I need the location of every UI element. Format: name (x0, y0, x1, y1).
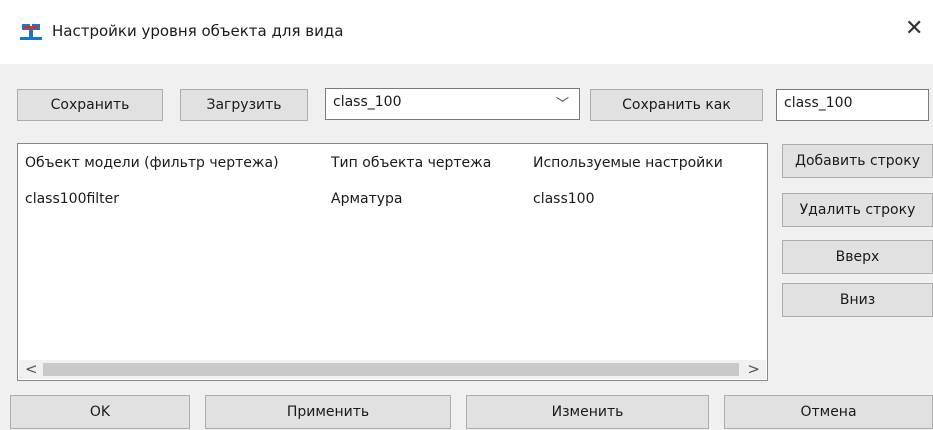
table-cell: Арматура (331, 191, 403, 207)
save-button[interactable]: Сохранить (17, 89, 163, 121)
add-row-button[interactable]: Добавить строку (782, 144, 933, 178)
move-up-button[interactable]: Вверх (782, 240, 933, 274)
table-cell: class100filter (25, 191, 120, 207)
move-down-button[interactable]: Вниз (782, 283, 933, 317)
modify-button[interactable]: Изменить (466, 395, 709, 429)
chevron-down-icon[interactable]: ﹀ (556, 93, 569, 112)
title-bar: Настройки уровня объекта для вида ✕ (0, 0, 933, 64)
table-cell: class100 (533, 191, 595, 207)
load-button[interactable]: Загрузить (180, 89, 308, 121)
preset-select-value: class_100 (333, 94, 402, 110)
preset-select[interactable]: class_100 ﹀ (325, 88, 580, 120)
delete-row-button[interactable]: Удалить строку (782, 193, 933, 227)
scroll-right-icon[interactable]: > (747, 360, 760, 378)
column-header-model-object[interactable]: Объект модели (фильтр чертежа) (25, 155, 279, 171)
scroll-left-icon[interactable]: < (25, 360, 38, 378)
app-icon (20, 24, 42, 40)
cancel-button[interactable]: Отмена (724, 395, 933, 429)
horizontal-scrollbar[interactable]: < > (19, 360, 766, 379)
save-as-name-input[interactable]: class_100 (776, 89, 929, 121)
close-icon[interactable]: ✕ (905, 16, 923, 41)
scrollbar-thumb[interactable] (43, 363, 739, 376)
save-as-button[interactable]: Сохранить как (590, 89, 763, 121)
window-title: Настройки уровня объекта для вида (52, 22, 344, 40)
settings-table[interactable]: Объект модели (фильтр чертежа) Тип объек… (17, 143, 768, 381)
apply-button[interactable]: Применить (205, 395, 451, 429)
column-header-used-settings[interactable]: Используемые настройки (533, 155, 723, 171)
ok-button[interactable]: OK (10, 395, 190, 429)
column-header-drawing-object-type[interactable]: Тип объекта чертежа (331, 155, 491, 171)
